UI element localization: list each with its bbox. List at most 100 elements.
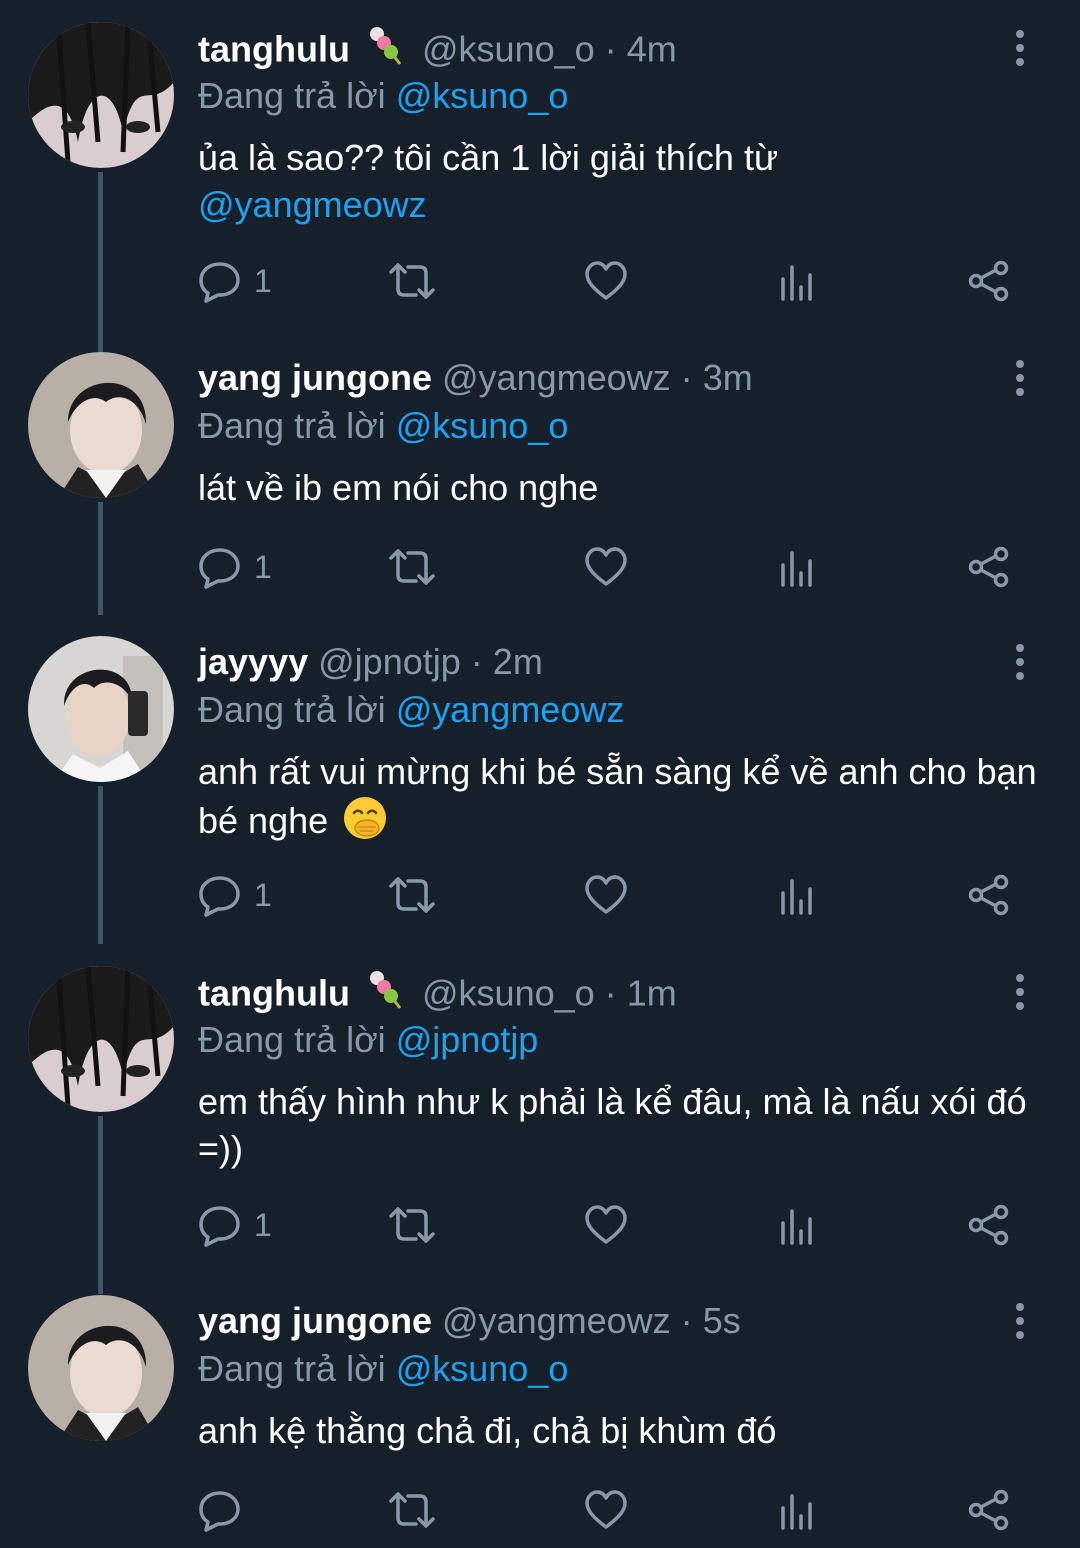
thread-line [98, 1116, 103, 1294]
reply-icon [199, 876, 240, 917]
more-options-button[interactable] [1000, 28, 1040, 68]
reply-button[interactable]: 1 [198, 256, 272, 306]
tweet-header: yang jungone @yangmeowz · 5s [198, 1297, 741, 1345]
tweet-text: lát về ib em nói cho nghe [198, 464, 1048, 511]
separator-dot: · [680, 357, 693, 398]
share-button[interactable] [968, 870, 1010, 920]
avatar[interactable] [28, 636, 174, 782]
share-button[interactable] [968, 1485, 1010, 1535]
analytics-button[interactable] [778, 1485, 818, 1535]
reply-button[interactable]: 1 [198, 542, 272, 592]
display-name[interactable]: yang jungone [198, 357, 432, 398]
like-button[interactable] [584, 870, 628, 920]
tweet-actions [198, 1485, 1028, 1535]
tweet-text: ủa là sao?? tôi cần 1 lời giải thích từ … [198, 134, 1048, 228]
tweet[interactable]: jayyyy @jpnotjp · 2m Đang trả lời @yangm… [0, 614, 1080, 944]
like-icon [585, 1205, 627, 1244]
thread-line [98, 502, 103, 615]
more-options-button[interactable] [1000, 1301, 1040, 1341]
share-icon [968, 1204, 1009, 1246]
text-mention[interactable]: @yangmeowz [198, 184, 427, 225]
tweet-actions: 1 [198, 1200, 1028, 1250]
retweet-button[interactable] [388, 1200, 436, 1250]
reply-button[interactable] [198, 1485, 254, 1535]
retweet-button[interactable] [388, 256, 436, 306]
like-button[interactable] [584, 542, 628, 592]
user-handle[interactable]: @yangmeowz [442, 357, 671, 398]
more-icon [1016, 1303, 1024, 1339]
retweet-button[interactable] [388, 870, 436, 920]
user-handle[interactable]: @ksuno_o [422, 973, 595, 1014]
timestamp[interactable]: 4m [627, 29, 677, 70]
reply-count: 1 [254, 262, 272, 299]
avatar[interactable] [28, 22, 174, 168]
tweet-actions: 1 [198, 542, 1028, 592]
more-options-button[interactable] [1000, 358, 1040, 398]
avatar[interactable] [28, 966, 174, 1112]
replying-mention[interactable]: @jpnotjp [396, 1019, 539, 1060]
more-options-button[interactable] [1000, 972, 1040, 1012]
separator-dot: · [604, 28, 617, 70]
tweet[interactable]: tanghulu @ksuno_o · 1m Đang trả lời @jpn… [0, 944, 1080, 1294]
separator-dot: · [470, 641, 483, 682]
replying-mention[interactable]: @ksuno_o [396, 75, 569, 116]
analytics-icon [781, 879, 812, 915]
share-button[interactable] [968, 256, 1010, 306]
reply-icon [199, 1491, 240, 1532]
tweet[interactable]: tanghulu @ksuno_o · 4m Đang trả lời @ksu… [0, 0, 1080, 352]
replying-to: Đang trả lời @jpnotjp [198, 1016, 538, 1064]
more-options-button[interactable] [1000, 642, 1040, 682]
replying-mention[interactable]: @ksuno_o [396, 1348, 569, 1389]
more-icon [1016, 30, 1024, 66]
retweet-icon [389, 877, 435, 913]
display-name[interactable]: yang jungone [198, 1300, 432, 1341]
analytics-button[interactable] [778, 1200, 818, 1250]
reply-icon [199, 548, 240, 589]
tweet-text-content: lát về ib em nói cho nghe [198, 467, 599, 508]
hand-over-mouth-emoji [342, 795, 388, 852]
analytics-icon [781, 265, 812, 301]
like-button[interactable] [584, 256, 628, 306]
replying-prefix: Đang trả lời [198, 1348, 386, 1389]
share-icon [968, 260, 1009, 302]
reply-count: 1 [254, 876, 272, 913]
analytics-button[interactable] [778, 870, 818, 920]
tweet[interactable]: yang jungone @yangmeowz · 3m Đang trả lờ… [0, 330, 1080, 615]
thread-line [98, 786, 103, 944]
retweet-button[interactable] [388, 542, 436, 592]
reply-button[interactable]: 1 [198, 1200, 272, 1250]
share-button[interactable] [968, 1200, 1010, 1250]
timestamp[interactable]: 3m [703, 357, 753, 398]
more-icon [1016, 644, 1024, 680]
retweet-button[interactable] [388, 1485, 436, 1535]
timestamp[interactable]: 2m [493, 641, 543, 682]
user-handle[interactable]: @jpnotjp [318, 641, 461, 682]
tweet-text: em thấy hình như k phải là kể đâu, mà là… [198, 1078, 1048, 1172]
display-name[interactable]: jayyyy [198, 641, 308, 682]
share-button[interactable] [968, 542, 1010, 592]
timestamp[interactable]: 5s [703, 1300, 741, 1341]
analytics-button[interactable] [778, 542, 818, 592]
thread-line [98, 172, 103, 352]
reply-count: 1 [254, 548, 272, 585]
tweet-header: jayyyy @jpnotjp · 2m [198, 638, 543, 686]
tweet-text-content: ủa là sao?? tôi cần 1 lời giải thích từ [198, 137, 779, 178]
avatar[interactable] [28, 352, 174, 498]
more-icon [1016, 360, 1024, 396]
like-button[interactable] [584, 1485, 628, 1535]
replying-mention[interactable]: @ksuno_o [396, 405, 569, 446]
display-name[interactable]: tanghulu [198, 973, 350, 1014]
user-handle[interactable]: @yangmeowz [442, 1300, 671, 1341]
avatar[interactable] [28, 1295, 174, 1441]
share-icon [968, 546, 1009, 588]
user-handle[interactable]: @ksuno_o [422, 29, 595, 70]
tweet[interactable]: yang jungone @yangmeowz · 5s Đang trả lờ… [0, 1273, 1080, 1548]
reply-button[interactable]: 1 [198, 870, 272, 920]
share-icon [968, 874, 1009, 916]
timestamp[interactable]: 1m [627, 973, 677, 1014]
like-button[interactable] [584, 1200, 628, 1250]
display-name[interactable]: tanghulu [198, 29, 350, 70]
replying-mention[interactable]: @yangmeowz [396, 689, 625, 730]
replying-prefix: Đang trả lời [198, 689, 386, 730]
analytics-button[interactable] [778, 256, 818, 306]
